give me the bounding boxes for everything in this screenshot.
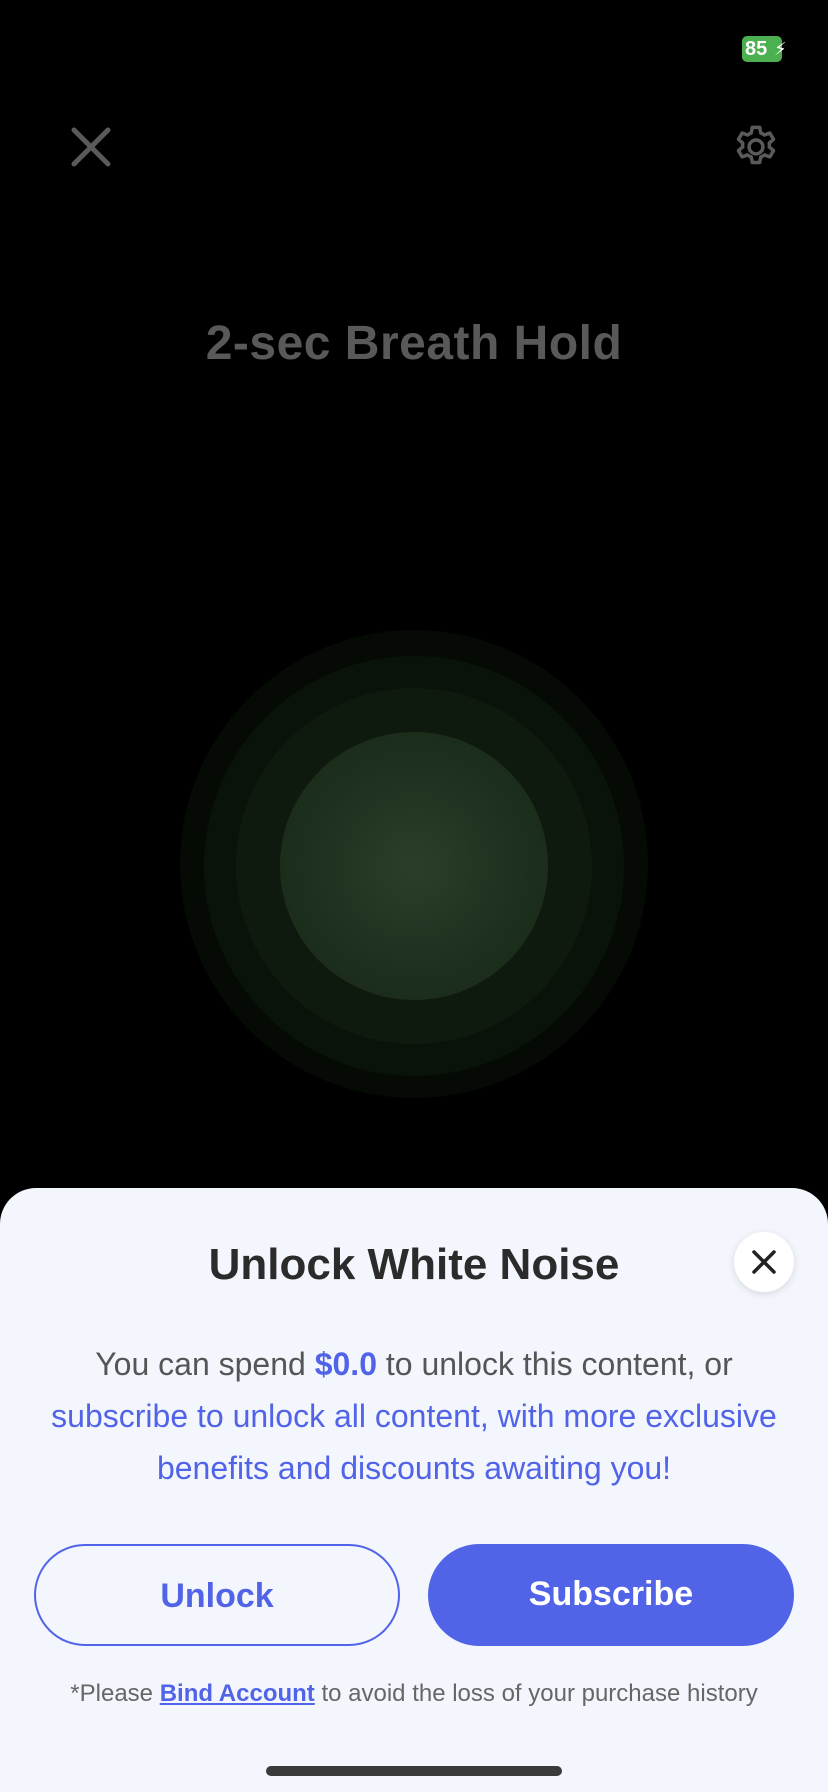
charging-icon: ⚡ [774,39,787,59]
description-prefix: You can spend [95,1346,315,1382]
subscribe-benefits-text: subscribe to unlock all content, with mo… [51,1398,777,1486]
unlock-button[interactable]: Unlock [34,1544,400,1646]
unlock-price: $0.0 [314,1346,377,1382]
close-icon [752,1250,776,1274]
subscribe-button[interactable]: Subscribe [428,1544,794,1646]
sheet-close-button[interactable] [734,1232,794,1292]
bind-account-link[interactable]: Bind Account [160,1680,315,1707]
battery-level: 85 [745,38,768,60]
exercise-title: 2-sec Breath Hold [205,317,623,370]
unlock-bottom-sheet: Unlock White Noise You can spend $0.0 to… [0,1188,828,1792]
gear-icon[interactable] [730,122,782,174]
home-indicator[interactable] [266,1766,562,1776]
footnote-prefix: *Please [70,1680,160,1707]
breath-screen: 85 ⚡ 2-sec Breath Hold Unlock White Nois… [0,0,828,1792]
sheet-description: You can spend $0.0 to unlock this conten… [40,1338,788,1494]
description-middle: to unlock this content, or [376,1346,733,1382]
footnote-suffix: to avoid the loss of your purchase histo… [314,1680,758,1707]
bind-account-note: *Please Bind Account to avoid the loss o… [0,1680,828,1708]
sheet-title: Unlock White Noise [208,1240,620,1289]
close-icon[interactable] [68,124,114,170]
breath-orb-core [280,732,548,1000]
